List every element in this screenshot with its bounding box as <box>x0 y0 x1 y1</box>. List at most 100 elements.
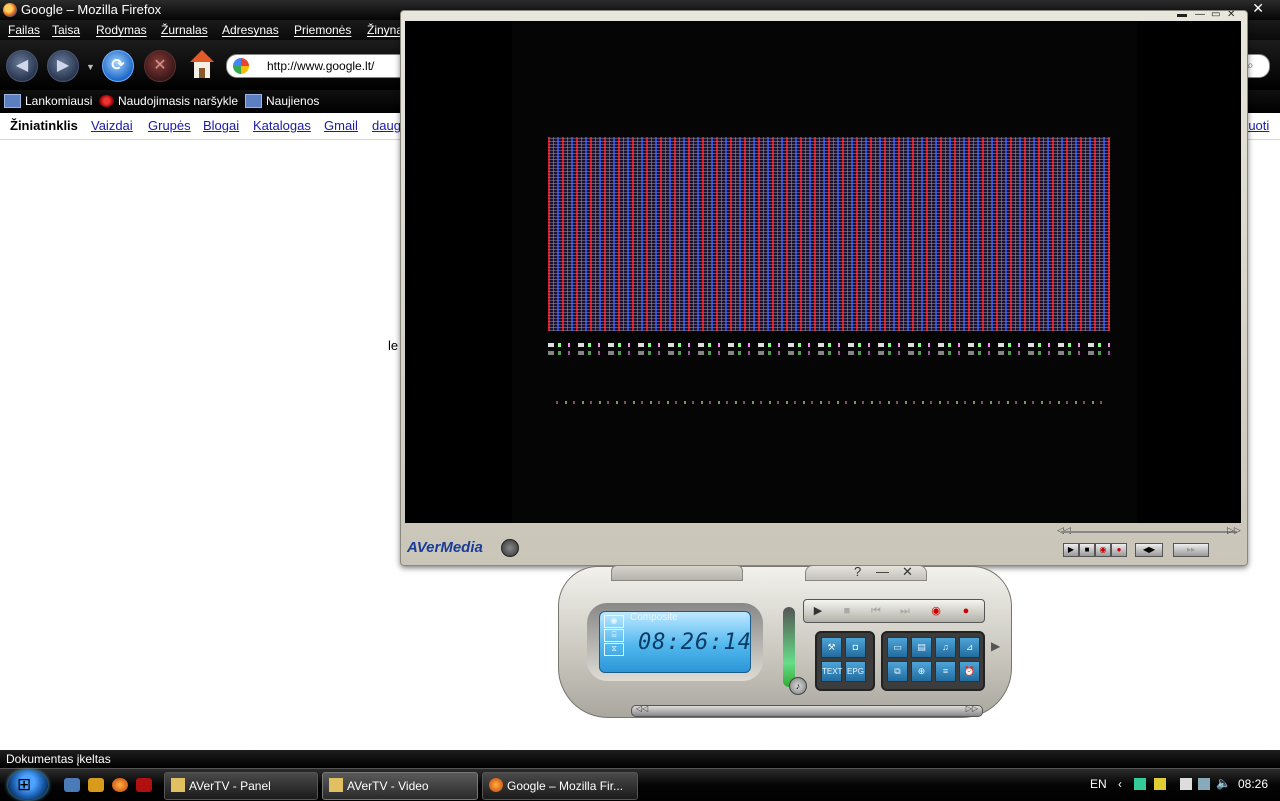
start-button[interactable]: ⊞ <box>8 770 48 800</box>
schedule-icon[interactable]: ⏰ <box>959 661 980 682</box>
settings-tools-icon[interactable]: ⚒ <box>821 637 842 658</box>
folder-open-icon[interactable]: ⊿ <box>959 637 980 658</box>
nav-more[interactable]: daug <box>372 118 401 133</box>
bookmark-getting-started[interactable]: Naudojimasis naršykle <box>99 94 238 108</box>
mini-channel-button[interactable]: ▸▸ <box>1173 543 1209 557</box>
panel-window-controls: ? — ✕ <box>805 564 927 581</box>
forward-button[interactable]: ▶ <box>47 50 79 82</box>
timer-icon[interactable]: ⧖ <box>604 643 624 656</box>
volume-slider[interactable] <box>783 607 795 687</box>
minimize-button[interactable]: — <box>876 564 889 579</box>
status-bar: Dokumentas įkeltas <box>0 750 1280 768</box>
play-button[interactable]: ▶ <box>806 603 830 619</box>
menu-file[interactable]: Failas <box>8 23 40 37</box>
task-avertv-video[interactable]: AVerTV - Video <box>322 772 478 800</box>
seek-end-icon[interactable]: ▷▷ <box>1227 525 1241 536</box>
nav-images[interactable]: Vaizdai <box>91 118 133 133</box>
tools-group: ⚒ ◘ TEXT EPG <box>815 631 875 691</box>
task-label: Google – Mozilla Fir... <box>507 779 624 793</box>
home-icon[interactable] <box>188 48 216 80</box>
url-text: http://www.google.lt/ <box>267 59 375 73</box>
nav-directory[interactable]: Katalogas <box>253 118 311 133</box>
menu-edit[interactable]: Taisa <box>52 23 80 37</box>
minimize-alt-icon[interactable]: — <box>1195 9 1205 20</box>
back-button[interactable]: ◀ <box>6 50 38 82</box>
maximize-icon[interactable]: ▭ <box>1211 9 1220 20</box>
mini-rec-button[interactable]: ◉ <box>1095 543 1111 557</box>
teletext-button[interactable]: TEXT <box>821 661 842 682</box>
task-avertv-panel[interactable]: AVerTV - Panel <box>164 772 318 800</box>
menu-view[interactable]: Rodymas <box>96 23 147 37</box>
nav-gmail[interactable]: Gmail <box>324 118 358 133</box>
eye-icon[interactable]: ◉ <box>604 615 624 628</box>
battery-icon[interactable] <box>1154 778 1166 790</box>
device-icon[interactable] <box>1180 778 1192 790</box>
system-tray: EN ‹ 🔈 08:26 <box>1080 769 1280 801</box>
close-icon[interactable]: ✕ <box>1227 9 1235 20</box>
source-icon[interactable]: ⌸ <box>604 629 624 642</box>
history-dropdown-icon[interactable]: ▼ <box>86 62 95 72</box>
menu-bookmarks[interactable]: Adresynas <box>222 23 279 37</box>
mini-play-button[interactable]: ▶ <box>1063 543 1079 557</box>
avertv-icon <box>329 778 343 792</box>
stop-button[interactable]: ■ <box>835 603 859 619</box>
speaker-icon[interactable]: 🔈 <box>1216 776 1231 790</box>
static-noise-line <box>548 343 1110 347</box>
nav-blogs[interactable]: Blogai <box>203 118 239 133</box>
menu-history[interactable]: Žurnalas <box>161 23 208 37</box>
record-button[interactable]: ● <box>954 603 978 619</box>
mini-volume-button[interactable]: ◀▶ <box>1135 543 1163 557</box>
picture-in-picture-icon[interactable]: ⧉ <box>887 661 908 682</box>
bookmark-label: Naudojimasis naršykle <box>118 94 239 108</box>
bookmark-most-visited[interactable]: Lankomiausi <box>4 94 92 108</box>
menu-help[interactable]: Žinyna <box>367 23 403 37</box>
list-icon[interactable]: ≡ <box>935 661 956 682</box>
address-bar[interactable]: http://www.google.lt/ <box>226 54 408 78</box>
scroll-right-icon[interactable]: ▷▷ <box>966 704 978 713</box>
expand-arrow-icon[interactable]: ▶ <box>991 639 1000 653</box>
epg-button[interactable]: EPG <box>845 661 866 682</box>
menu-tools[interactable]: Priemonės <box>294 23 351 37</box>
task-firefox[interactable]: Google – Mozilla Fir... <box>482 772 638 800</box>
video-display[interactable] <box>405 21 1241 523</box>
tray-expand-icon[interactable]: ‹ <box>1118 777 1122 791</box>
network-icon[interactable] <box>1198 778 1210 790</box>
volume-icon[interactable]: ♪ <box>789 677 807 695</box>
timeshift-button[interactable]: ◉ <box>924 603 948 619</box>
close-button[interactable]: ✕ <box>902 564 913 580</box>
static-noise-dots <box>556 401 1106 404</box>
tv-icon[interactable]: ▭ <box>887 637 908 658</box>
rss-folder-icon <box>245 94 262 108</box>
channel-scrollbar[interactable]: ◁◁ ▷▷ <box>631 704 983 717</box>
nav-groups[interactable]: Grupės <box>148 118 191 133</box>
clock[interactable]: 08:26 <box>1238 777 1268 791</box>
safely-remove-icon[interactable] <box>1134 778 1146 790</box>
firefox-icon <box>489 778 503 792</box>
mini-stop-button[interactable]: ■ <box>1079 543 1095 557</box>
stop-button[interactable]: ✕ <box>144 50 176 82</box>
panel-drag-handle[interactable] <box>611 565 743 581</box>
scroll-left-icon[interactable]: ◁◁ <box>636 704 648 713</box>
firefox-quicklaunch-icon[interactable] <box>112 778 128 792</box>
show-desktop-icon[interactable] <box>64 778 80 792</box>
language-indicator[interactable]: EN <box>1090 777 1107 791</box>
mini-record-button[interactable]: ● <box>1111 543 1127 557</box>
previous-button[interactable]: ⏮ <box>864 603 888 619</box>
radio-icon[interactable]: ▤ <box>911 637 932 658</box>
music-icon[interactable]: ♫ <box>935 637 956 658</box>
help-button[interactable]: ? <box>854 564 861 579</box>
reload-button[interactable]: ⟳ <box>102 50 134 82</box>
status-text: Dokumentas įkeltas <box>6 752 111 766</box>
reload-icon: ⟳ <box>111 57 125 74</box>
minimize-icon[interactable]: ▬ <box>1177 9 1187 20</box>
google-favicon-icon <box>233 58 249 74</box>
close-icon[interactable]: ✕ <box>1252 0 1264 17</box>
bookmark-news[interactable]: Naujienos <box>245 94 319 108</box>
switch-windows-icon[interactable] <box>88 778 104 792</box>
opera-quicklaunch-icon[interactable] <box>136 778 152 792</box>
full-screen-icon[interactable]: ⊕ <box>911 661 932 682</box>
seek-bar[interactable] <box>1061 531 1237 533</box>
snapshot-camera-icon[interactable]: ◘ <box>845 637 866 658</box>
next-button[interactable]: ⏭ <box>893 603 917 619</box>
menu-knob-button[interactable] <box>501 539 519 557</box>
